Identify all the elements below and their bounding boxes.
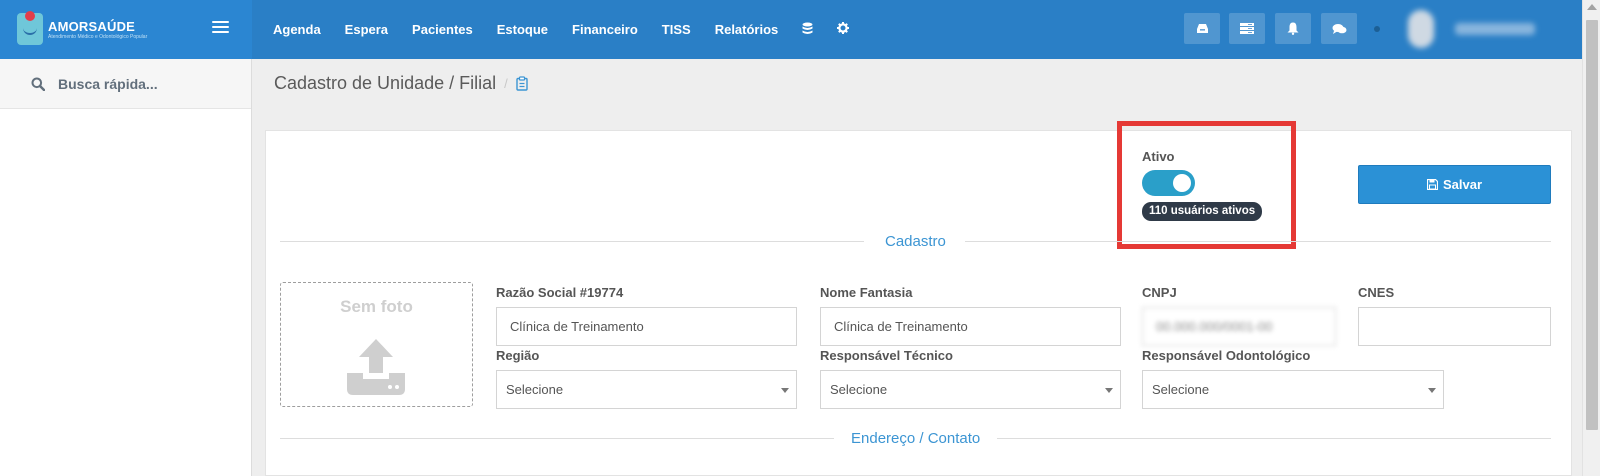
brand-area: AMORSAÚDE Atendimento Médico e Odontológ… bbox=[0, 0, 252, 59]
responsavel-odontologico-label: Responsável Odontológico bbox=[1142, 348, 1311, 363]
regiao-select-value: Selecione bbox=[506, 382, 564, 397]
brand-logo-icon[interactable] bbox=[17, 11, 43, 45]
chevron-down-icon bbox=[781, 388, 789, 393]
chevron-down-icon bbox=[1428, 388, 1436, 393]
avatar[interactable] bbox=[1408, 10, 1434, 48]
user-name[interactable] bbox=[1455, 23, 1535, 35]
chat-icon bbox=[1332, 23, 1346, 34]
regiao-label: Região bbox=[496, 348, 540, 363]
breadcrumb-separator: / bbox=[504, 76, 508, 91]
quick-search-label: Busca rápida... bbox=[58, 75, 158, 92]
quick-search[interactable]: Busca rápida... bbox=[0, 59, 251, 109]
nav-item-tiss[interactable]: TISS bbox=[662, 22, 691, 37]
nav-item-relatorios[interactable]: Relatórios bbox=[715, 22, 779, 37]
razao-social-label: Razão Social #19774 bbox=[496, 285, 624, 300]
regiao-select[interactable]: Selecione bbox=[496, 370, 797, 409]
nome-fantasia-input[interactable] bbox=[820, 307, 1121, 346]
cnpj-label: CNPJ bbox=[1142, 285, 1177, 300]
scroll-thumb[interactable] bbox=[1586, 20, 1598, 430]
responsavel-tecnico-label: Responsável Técnico bbox=[820, 348, 953, 363]
smile-shape bbox=[23, 27, 37, 35]
divider-right bbox=[965, 241, 1551, 242]
chevron-down-icon bbox=[1105, 388, 1113, 393]
sidebar: Busca rápida... bbox=[0, 59, 252, 476]
clipboard-icon[interactable] bbox=[516, 76, 528, 91]
heart-icon bbox=[25, 11, 35, 21]
section-title-cadastro: Cadastro bbox=[885, 233, 946, 250]
cnpj-input[interactable] bbox=[1142, 307, 1336, 346]
cnes-label: CNES bbox=[1358, 285, 1395, 300]
responsavel-odontologico-select[interactable]: Selecione bbox=[1142, 370, 1444, 409]
divider-right bbox=[997, 438, 1551, 439]
search-icon bbox=[31, 77, 45, 91]
floppy-disk-icon bbox=[1426, 179, 1438, 190]
vertical-scrollbar[interactable] bbox=[1582, 0, 1600, 476]
no-photo-label: Sem foto bbox=[340, 297, 413, 316]
nav-item-pacientes[interactable]: Pacientes bbox=[412, 22, 473, 37]
razao-social-input[interactable] bbox=[496, 307, 797, 346]
page-title: Cadastro de Unidade / Filial bbox=[274, 73, 497, 93]
responsavel-odontologico-select-value: Selecione bbox=[1152, 382, 1210, 397]
notifications-button[interactable] bbox=[1275, 13, 1311, 44]
nav-item-financeiro[interactable]: Financeiro bbox=[572, 22, 638, 37]
photo-upload[interactable]: Sem foto bbox=[280, 282, 473, 407]
bell-icon bbox=[1287, 22, 1299, 35]
save-button[interactable]: Salvar bbox=[1358, 165, 1551, 204]
list-icon bbox=[1240, 23, 1254, 34]
main-nav: Agenda Espera Pacientes Estoque Financei… bbox=[273, 0, 873, 59]
top-navbar: AMORSAÚDE Atendimento Médico e Odontológ… bbox=[0, 0, 1582, 59]
status-indicator bbox=[1374, 26, 1380, 32]
save-button-label: Salvar bbox=[1442, 177, 1483, 192]
nav-item-estoque[interactable]: Estoque bbox=[497, 22, 548, 37]
scroll-up-arrow-icon[interactable] bbox=[1587, 4, 1597, 10]
inbox-button[interactable] bbox=[1184, 13, 1220, 44]
section-title-endereco-contato: Endereço / Contato bbox=[851, 430, 981, 447]
brand-name: AMORSAÚDE bbox=[48, 19, 136, 34]
chat-button[interactable] bbox=[1321, 13, 1357, 44]
hamburger-menu-icon[interactable] bbox=[212, 21, 229, 34]
brand-subtitle: Atendimento Médico e Odontológico Popula… bbox=[48, 34, 148, 40]
breadcrumb: Cadastro de Unidade / Filial / bbox=[274, 73, 528, 94]
inbox-icon bbox=[1196, 24, 1208, 33]
divider-left bbox=[280, 438, 834, 439]
responsavel-tecnico-select-value: Selecione bbox=[830, 382, 888, 397]
responsavel-tecnico-select[interactable]: Selecione bbox=[820, 370, 1121, 409]
divider-left bbox=[280, 241, 864, 242]
gear-icon[interactable] bbox=[837, 22, 850, 37]
nav-item-espera[interactable]: Espera bbox=[345, 22, 388, 37]
highlight-annotation-box bbox=[1117, 121, 1296, 249]
database-icon[interactable] bbox=[802, 22, 813, 38]
cnes-input[interactable] bbox=[1358, 307, 1551, 346]
nome-fantasia-label: Nome Fantasia bbox=[820, 285, 913, 300]
upload-icon bbox=[347, 339, 405, 395]
list-button[interactable] bbox=[1229, 13, 1265, 44]
nav-item-agenda[interactable]: Agenda bbox=[273, 22, 321, 37]
